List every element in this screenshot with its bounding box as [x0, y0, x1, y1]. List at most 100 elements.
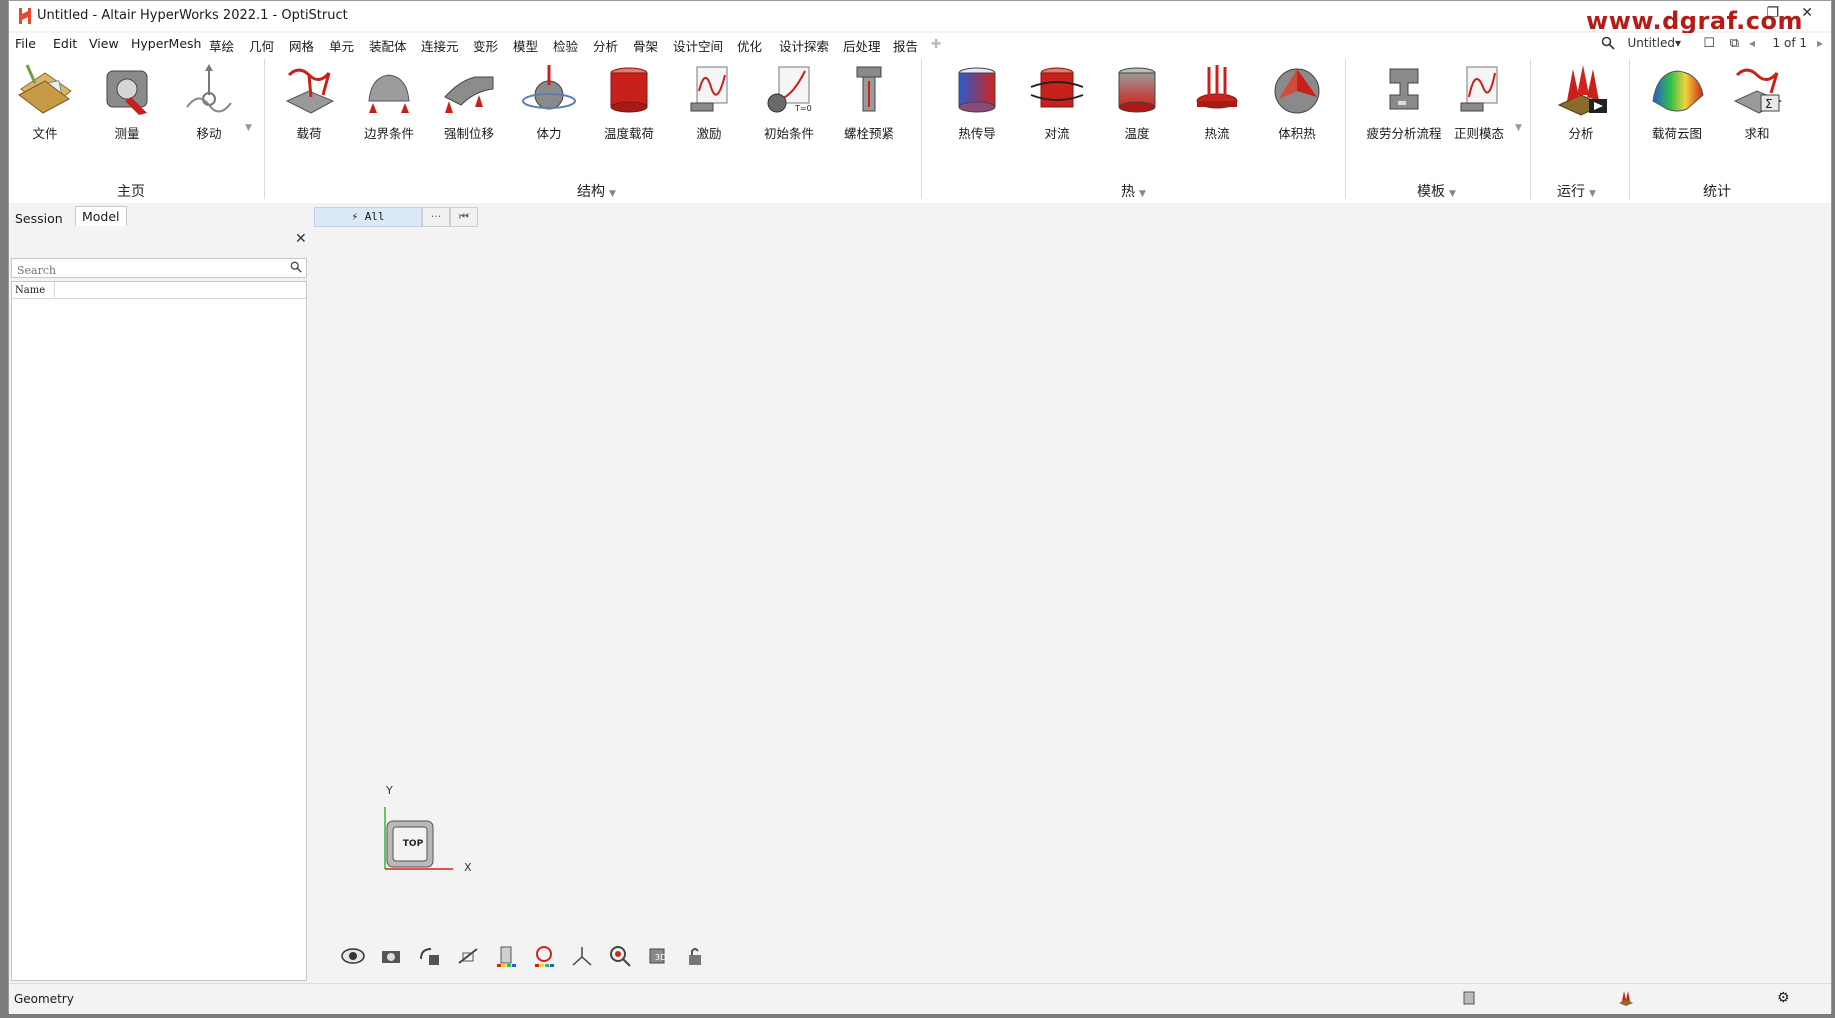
convection-label: 对流 [1044, 126, 1070, 141]
move-icon [186, 64, 232, 113]
group-label-structure[interactable]: 结构 ▼ [577, 181, 616, 201]
session-dropdown[interactable]: Untitled▾ [1628, 36, 1682, 50]
geometry-status-icon[interactable] [1461, 989, 1477, 1007]
load-contour-tool-button[interactable]: 载荷云图 [1641, 61, 1713, 142]
convection-icon [1030, 67, 1084, 108]
fatigue-label: 疲劳分析流程 [1366, 126, 1442, 141]
fatigue-icon [1389, 68, 1419, 110]
settings-gear-icon[interactable]: ⚙ [1777, 990, 1790, 1006]
enforced-displacement-tool-button[interactable]: 强制位移 [433, 61, 505, 142]
body-force-tool-button[interactable]: 体力 [513, 61, 585, 142]
close-panel-icon[interactable]: ✕ [295, 231, 307, 247]
search-input[interactable] [15, 261, 279, 280]
heat-conduction-tool-button[interactable]: 热传导 [941, 61, 1013, 142]
run-analysis-tool-button[interactable]: 分析 [1545, 61, 1617, 142]
menu-validate[interactable]: 检验 [553, 36, 578, 55]
column-divider[interactable] [54, 282, 55, 298]
home-more-icon[interactable]: ▼ [245, 123, 252, 133]
menu-report[interactable]: 报告 [893, 36, 918, 55]
heat-flux-tool-button[interactable]: 热流 [1181, 61, 1253, 142]
model-browser-panel: Session Model ✕ Name [9, 203, 307, 981]
color-by-icon[interactable] [493, 943, 519, 969]
triad-axis-icon[interactable] [569, 943, 595, 969]
svg-text:Σ: Σ [1765, 97, 1773, 111]
add-menu-icon[interactable]: ✚ [931, 36, 941, 51]
group-label-run[interactable]: 运行 ▼ [1557, 181, 1596, 201]
temperature-load-tool-button[interactable]: 温度载荷 [593, 61, 665, 142]
convection-tool-button[interactable]: 对流 [1021, 61, 1093, 142]
window-title: Untitled - Altair HyperWorks 2022.1 - Op… [37, 8, 348, 23]
zoom-fit-icon[interactable] [607, 943, 633, 969]
display-3d-icon[interactable]: 3D [645, 943, 671, 969]
loads-tool-button[interactable]: 载荷 [273, 61, 345, 142]
menu-optimization[interactable]: 优化 [737, 36, 762, 55]
section-cut-icon[interactable] [455, 943, 481, 969]
boundary-conditions-tool-button[interactable]: 边界条件 [353, 61, 425, 142]
legend-color-icon[interactable] [531, 943, 557, 969]
view-cube[interactable] [379, 803, 459, 873]
load-icon [285, 68, 335, 114]
normal-modes-tool-button[interactable]: 正则模态 [1443, 61, 1515, 142]
restore-window-icon[interactable]: ❐ [1766, 5, 1779, 21]
lightning-icon: ⚡ [351, 210, 359, 223]
column-header-name[interactable]: Name [12, 282, 306, 299]
menu-view[interactable]: View [89, 36, 119, 51]
prev-page-icon[interactable]: ◂ [1749, 36, 1755, 50]
folder-icon [18, 64, 72, 114]
group-label-templates[interactable]: 模板 ▼ [1417, 181, 1456, 201]
skip-back-icon[interactable]: ⏮ [450, 207, 478, 227]
menu-mesh[interactable]: 网格 [289, 36, 314, 55]
next-page-icon[interactable]: ▸ [1817, 36, 1823, 50]
menu-geometry[interactable]: 几何 [249, 36, 274, 55]
menu-hypermesh[interactable]: HyperMesh [131, 36, 201, 51]
search-field[interactable] [11, 258, 307, 280]
application-window: Untitled - Altair HyperWorks 2022.1 - Op… [8, 0, 1832, 1014]
menu-design-explore[interactable]: 设计探索 [779, 36, 829, 55]
run-analysis-label: 分析 [1568, 126, 1594, 141]
solver-status-icon[interactable] [1617, 989, 1635, 1007]
tab-session[interactable]: Session [9, 209, 69, 228]
template-more-icon[interactable]: ▼ [1515, 123, 1522, 133]
svg-text:T=0: T=0 [794, 104, 812, 113]
menu-morph[interactable]: 变形 [473, 36, 498, 55]
more-options-button[interactable]: ··· [422, 207, 450, 227]
page-copy-icon[interactable]: ⧉ [1730, 36, 1739, 51]
move-tool-button[interactable]: 移动 [173, 61, 245, 142]
temperature-load-icon [610, 67, 648, 113]
camera-icon[interactable] [379, 943, 405, 969]
menu-elements[interactable]: 单元 [329, 36, 354, 55]
lock-view-icon[interactable] [683, 943, 709, 969]
menu-design-space[interactable]: 设计空间 [673, 36, 723, 55]
search-icon[interactable] [290, 261, 302, 273]
page-square-icon[interactable]: ☐ [1703, 36, 1715, 51]
initial-conditions-tool-button[interactable]: T=0 初始条件 [753, 61, 825, 142]
measure-tool-label: 测量 [114, 126, 140, 141]
menu-sketch[interactable]: 草绘 [209, 36, 234, 55]
menu-skeleton[interactable]: 骨架 [633, 36, 658, 55]
menu-post[interactable]: 后处理 [843, 36, 881, 55]
menu-edit[interactable]: Edit [53, 36, 77, 51]
file-tool-button[interactable]: 文件 [9, 61, 81, 142]
menu-assembly[interactable]: 装配体 [369, 36, 407, 55]
model-tree[interactable]: Name [11, 281, 307, 981]
visibility-eye-icon[interactable] [341, 943, 367, 969]
rotate-view-icon[interactable] [417, 943, 443, 969]
entity-filter-all[interactable]: ⚡ All [314, 207, 422, 227]
close-window-icon[interactable]: ✕ [1801, 5, 1813, 21]
bolt-preload-tool-button[interactable]: 螺栓预紧 [833, 61, 905, 142]
summation-tool-button[interactable]: Σ 求和 [1721, 61, 1793, 142]
menu-connectors[interactable]: 连接元 [421, 36, 459, 55]
group-label-thermal[interactable]: 热 ▼ [1121, 181, 1146, 201]
fatigue-process-tool-button[interactable]: 疲劳分析流程 [1359, 61, 1449, 142]
menu-file[interactable]: File [15, 36, 36, 51]
measure-tool-button[interactable]: 测量 [91, 61, 163, 142]
temperature-tool-button[interactable]: 温度 [1101, 61, 1173, 142]
hyperworks-logo-icon [19, 8, 31, 24]
normal-modes-icon [1460, 66, 1498, 112]
volume-heat-tool-button[interactable]: 体积热 [1261, 61, 1333, 142]
tab-model[interactable]: Model [75, 206, 127, 226]
file-tool-label: 文件 [32, 126, 58, 141]
menu-model[interactable]: 模型 [513, 36, 538, 55]
excitation-tool-button[interactable]: 激励 [673, 61, 745, 142]
search-icon[interactable] [1601, 36, 1615, 50]
